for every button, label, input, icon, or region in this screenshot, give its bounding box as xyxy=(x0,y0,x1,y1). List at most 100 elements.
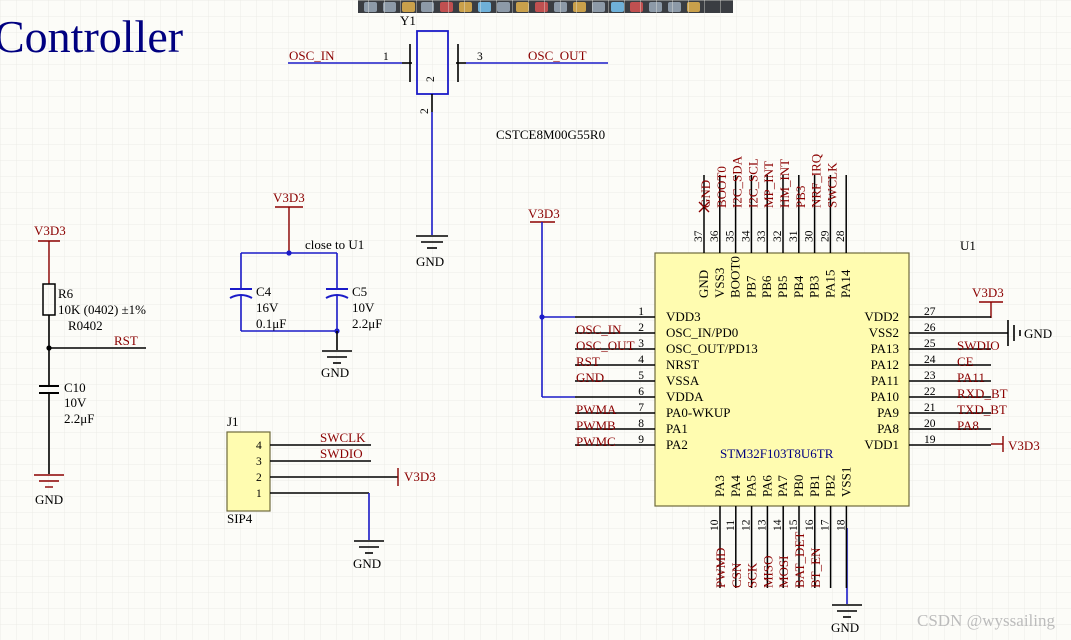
mcu-net-label: V3D3 xyxy=(1008,438,1040,453)
mcu-pin-number: 13 xyxy=(756,519,768,531)
c5-voltage: 10V xyxy=(352,300,375,315)
mcu-pin-number: 15 xyxy=(788,519,800,531)
crystal-pin-left: 1 xyxy=(383,51,389,63)
mcu-pin-name: PB2 xyxy=(823,475,838,497)
mcu-net-label: OSC_OUT xyxy=(576,338,635,353)
mcu-net-label: V3D3 xyxy=(972,285,1004,300)
mcu-pin-number: 5 xyxy=(638,370,644,382)
c10-value: 2.2μF xyxy=(64,411,94,426)
crystal-pin-right: 3 xyxy=(477,51,483,63)
mcu-net-label: PWMA xyxy=(576,402,617,417)
crystal-part-number: CSTCE8M00G55R0 xyxy=(496,127,605,142)
mcu-net-label: BT_EN xyxy=(808,547,823,588)
mcu-pin-name: PA9 xyxy=(877,405,899,420)
mcu-pin-name: VSS2 xyxy=(869,325,899,340)
r6-ref: R6 xyxy=(58,286,74,301)
mcu-pin-number: 3 xyxy=(638,338,644,350)
mcu-pin-number: 16 xyxy=(804,519,816,531)
mcu-pin-name: PB6 xyxy=(759,275,774,298)
mcu-pin-number: 2 xyxy=(638,322,644,334)
mcu-pin-number: 18 xyxy=(835,519,847,531)
mcu-pin-name: GND xyxy=(696,270,711,298)
mcu-net-label: I2C_SDA xyxy=(730,155,745,208)
mcu-net-label: I2C_SCL xyxy=(745,158,760,208)
mcu-net-label: SWCLK xyxy=(824,162,839,208)
reset-gnd-label: GND xyxy=(35,492,63,507)
mcu-pin-name: PA2 xyxy=(666,437,688,452)
mcu-pin-name: PB0 xyxy=(791,475,806,497)
mcu-net-label: PA8 xyxy=(957,418,979,433)
mcu-net-label: MP_INT xyxy=(761,161,776,208)
mcu-pin-number: 10 xyxy=(709,519,721,531)
mcu-pin-name: PA10 xyxy=(871,389,899,404)
c4-voltage: 16V xyxy=(256,300,279,315)
schematic-canvas[interactable]: Controller Y1 CSTCE8M00G55R0 1 3 2 2 OSC… xyxy=(0,0,1071,640)
mcu-pin-name: PA4 xyxy=(728,475,743,497)
decoupling-supply-label: V3D3 xyxy=(273,190,305,205)
mcu-pin-name: PA5 xyxy=(744,475,759,497)
mcu-ref: U1 xyxy=(960,238,976,253)
mcu-pin-number: 4 xyxy=(638,354,644,366)
mcu-net-label: RXD_BT xyxy=(957,386,1008,401)
mcu-pin-number: 31 xyxy=(788,230,800,242)
mcu-pin-name: PA12 xyxy=(871,357,899,372)
mcu-net-label: PWMB xyxy=(576,418,616,433)
mcu-pin-name: PB3 xyxy=(807,276,822,298)
mcu-net-label: GND xyxy=(576,370,604,385)
mcu-pin-number: 21 xyxy=(924,402,936,414)
reset-net-label: RST xyxy=(114,333,138,348)
c4-ref: C4 xyxy=(256,284,272,299)
header-pin-4: 4 xyxy=(256,440,262,452)
mcu-net-label: RST xyxy=(576,354,600,369)
mcu-pin-number: 30 xyxy=(804,230,816,242)
mcu-net-label: MOSI xyxy=(776,555,791,588)
mcu-pin-number: 20 xyxy=(924,418,936,430)
crystal-gnd-label: GND xyxy=(416,254,444,269)
mcu-pin-name: VDD1 xyxy=(864,437,899,452)
mcu-pin-number: 26 xyxy=(924,322,936,334)
c4-value: 0.1μF xyxy=(256,316,286,331)
watermark: CSDN @wyssailing xyxy=(917,611,1055,630)
mcu-net-label: GND xyxy=(698,180,713,208)
mcu-pin-name: VDD3 xyxy=(666,309,701,324)
mcu-pin-name: VSSA xyxy=(666,373,700,388)
mcu-pin-number: 29 xyxy=(819,230,831,242)
r6-value: 10K (0402) ±1% xyxy=(58,302,146,317)
mcu-pin-number: 17 xyxy=(820,519,832,531)
mcu-pin-number: 34 xyxy=(740,230,752,242)
mcu-pin-name: PA6 xyxy=(759,475,774,497)
r6-package: R0402 xyxy=(68,318,103,333)
header-net-swdio: SWDIO xyxy=(320,446,363,461)
mcu-pin-name: PA0-WKUP xyxy=(666,405,731,420)
mcu-pin-name: VSS1 xyxy=(838,467,853,497)
mcu-pin-number: 11 xyxy=(725,520,737,531)
mcu-pin-name: VDD2 xyxy=(864,309,899,324)
c5-ref: C5 xyxy=(352,284,367,299)
mcu-pin-number: 28 xyxy=(835,230,847,242)
header-supply-label: V3D3 xyxy=(404,469,436,484)
c10-voltage: 10V xyxy=(64,395,87,410)
mcu-net-label: CE xyxy=(957,354,974,369)
header-pin-1: 1 xyxy=(256,488,262,500)
mcu-pin-name: PB5 xyxy=(775,276,790,298)
mcu-net-label: MISO xyxy=(760,555,775,588)
decoupling-note: close to U1 xyxy=(305,237,364,252)
header-type: SIP4 xyxy=(227,511,253,526)
mcu-net-label: SCK xyxy=(745,562,760,588)
mcu-pin-name: VSS3 xyxy=(712,268,727,298)
mcu-net-label: HM_INT xyxy=(777,159,792,208)
crystal-body-label: 2 xyxy=(425,76,437,82)
mcu-pin-name: PA14 xyxy=(838,269,853,298)
crystal-net-left: OSC_IN xyxy=(289,48,335,63)
mcu-pin-number: 6 xyxy=(638,386,644,398)
header-net-swclk: SWCLK xyxy=(320,430,366,445)
mcu-supply-label: V3D3 xyxy=(528,206,560,221)
mcu-pin-number: 19 xyxy=(924,434,936,446)
mcu-pin-number: 37 xyxy=(693,230,705,242)
crystal-ref: Y1 xyxy=(400,13,416,28)
mcu-part-number: STM32F103T8U6TR xyxy=(720,446,834,461)
mcu-net-label: OSC_IN xyxy=(576,322,622,337)
header-ref: J1 xyxy=(227,414,239,429)
mcu-gnd-label: GND xyxy=(831,620,859,635)
mcu-net-label: BAT_DET xyxy=(792,532,807,588)
